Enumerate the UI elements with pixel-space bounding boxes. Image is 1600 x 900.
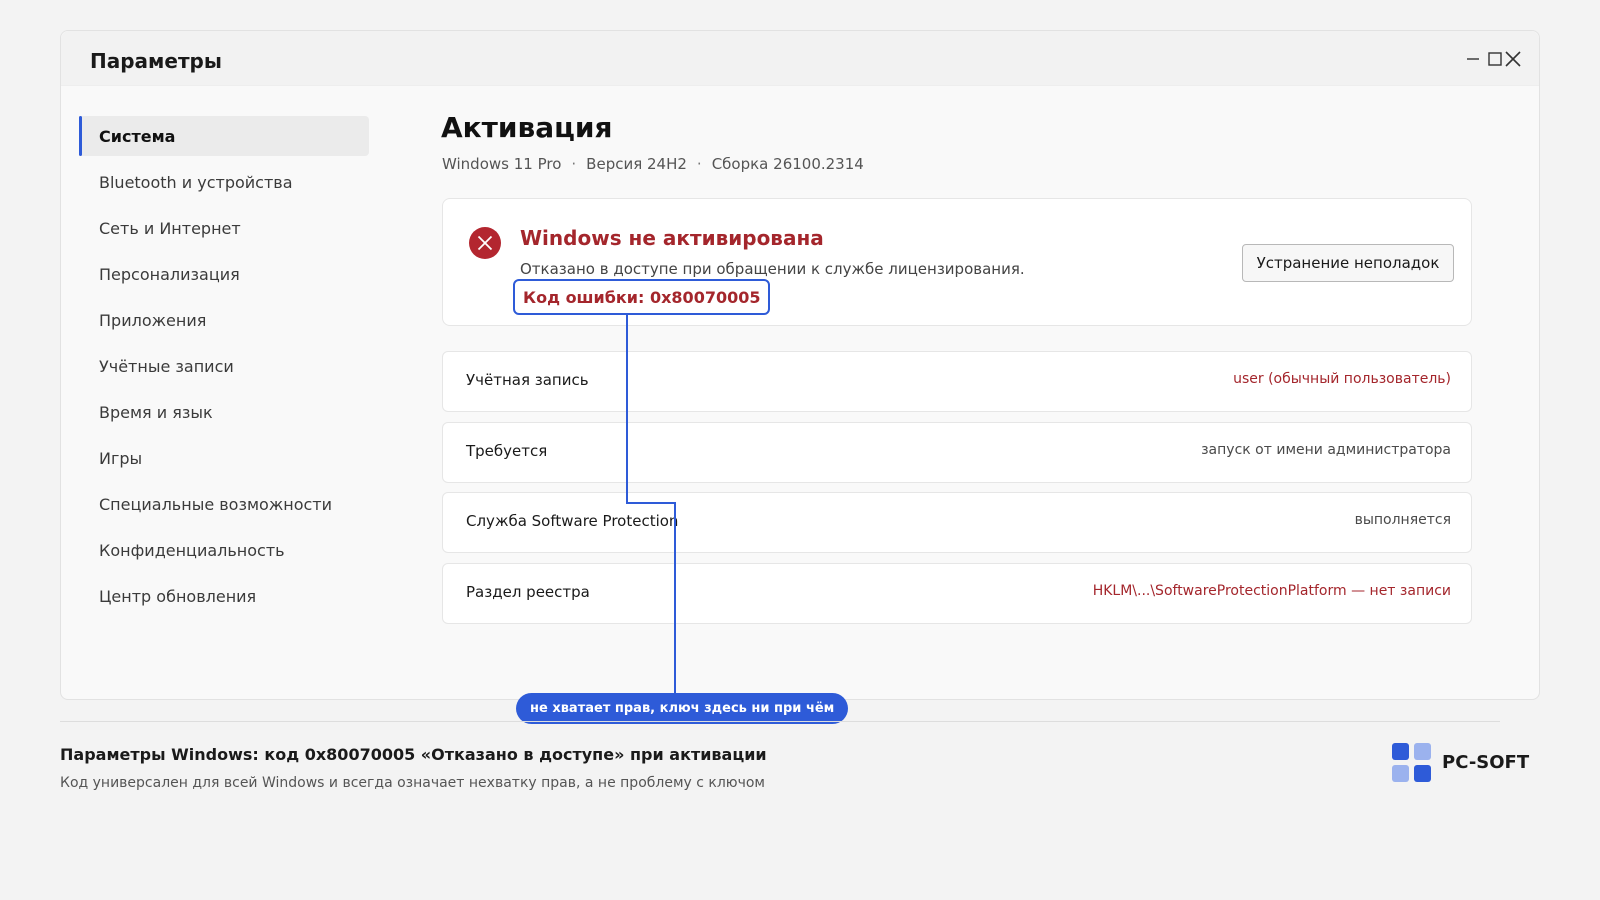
close-icon[interactable] [1501, 47, 1525, 71]
minimize-icon[interactable] [1461, 47, 1485, 71]
error-icon [468, 226, 502, 260]
row-label: Требуется [466, 442, 548, 460]
settings-window: Параметры Система Bluetooth и устройства… [60, 30, 1540, 700]
sidebar-item-time-language[interactable]: Время и язык [79, 392, 369, 432]
sidebar-item-personalization[interactable]: Персонализация [79, 254, 369, 294]
info-row-account: Учётная запись user (обычный пользовател… [442, 351, 1472, 412]
system-info-line: Windows 11 Pro · Версия 24H2 · Сборка 26100.… [442, 155, 864, 173]
page-title: Активация [441, 111, 613, 144]
sidebar-item-gaming[interactable]: Игры [79, 438, 369, 478]
error-code-highlight: Код ошибки: 0x80070005 [513, 279, 771, 315]
status-title: Windows не активирована [520, 226, 824, 250]
version-text: Версия 24H2 [586, 155, 687, 173]
row-value: user (обычный пользователь) [1233, 371, 1451, 387]
brand-name: PC-SOFT [1442, 752, 1530, 773]
sidebar-item-accessibility[interactable]: Специальные возможности [79, 484, 369, 524]
row-value: HKLM\...\SoftwareProtectionPlatform — не… [1092, 583, 1451, 599]
sidebar-nav: Система Bluetooth и устройства Сеть и Ин… [79, 116, 369, 622]
sidebar-item-network[interactable]: Сеть и Интернет [79, 208, 369, 248]
title-bar: Параметры [61, 31, 1539, 86]
sidebar-item-system[interactable]: Система [79, 116, 369, 156]
separator-dot: · [571, 155, 577, 173]
row-label: Учётная запись [466, 371, 589, 389]
caption-subtitle: Код универсален для всей Windows и всегд… [60, 775, 765, 791]
sidebar-item-apps[interactable]: Приложения [79, 300, 369, 340]
window-title: Параметры [90, 49, 222, 73]
footer-divider [60, 721, 1500, 722]
sidebar-item-privacy[interactable]: Конфиденциальность [79, 530, 369, 570]
status-description: Отказано в доступе при обращении к служб… [520, 260, 1025, 278]
build-text: Сборка 26100.2314 [711, 155, 864, 173]
separator-dot: · [696, 155, 702, 173]
troubleshoot-button[interactable]: Устранение неполадок [1242, 244, 1454, 282]
info-row-required: Требуется запуск от имени администратора [442, 422, 1472, 483]
brand-logo-icon [1392, 743, 1432, 783]
row-label: Раздел реестра [466, 583, 590, 601]
row-label: Служба Software Protection [466, 512, 679, 530]
sidebar-item-accounts[interactable]: Учётные записи [79, 346, 369, 386]
info-row-registry: Раздел реестра HKLM\...\SoftwareProtecti… [442, 563, 1472, 624]
caption-title: Параметры Windows: код 0x80070005 «Отказ… [60, 745, 767, 764]
sidebar-item-windows-update[interactable]: Центр обновления [79, 576, 369, 616]
row-value: запуск от имени администратора [1201, 442, 1451, 458]
info-row-service: Служба Software Protection выполняется [442, 492, 1472, 553]
edition-text: Windows 11 Pro [442, 155, 562, 173]
activation-status-card: Windows не активирована Отказано в досту… [442, 198, 1472, 326]
row-value: выполняется [1354, 512, 1451, 528]
callout-label: не хватает прав, ключ здесь ни при чём [516, 693, 849, 724]
sidebar-item-bluetooth[interactable]: Bluetooth и устройства [79, 162, 369, 202]
